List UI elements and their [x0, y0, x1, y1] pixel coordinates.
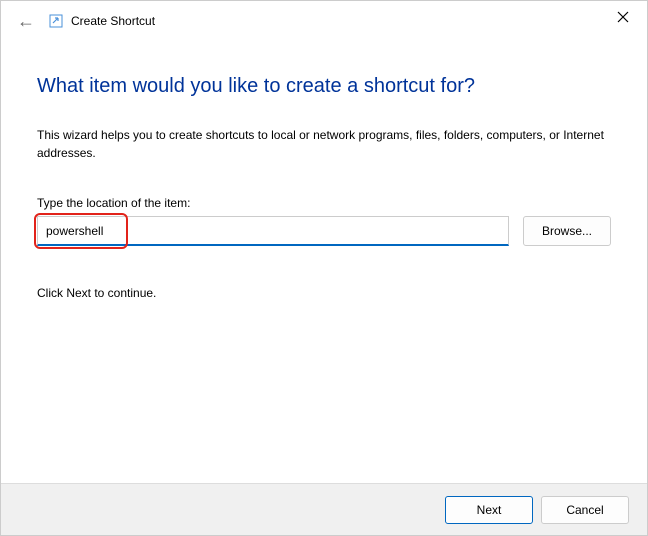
titlebar: ← Create Shortcut — [1, 1, 647, 41]
close-icon — [617, 11, 629, 23]
continue-instruction: Click Next to continue. — [37, 286, 611, 300]
next-button[interactable]: Next — [445, 496, 533, 524]
wizard-content: What item would you like to create a sho… — [1, 41, 647, 300]
cancel-button[interactable]: Cancel — [541, 496, 629, 524]
location-input-label: Type the location of the item: — [37, 196, 611, 210]
wizard-description: This wizard helps you to create shortcut… — [37, 126, 611, 162]
wizard-footer: Next Cancel — [1, 483, 647, 535]
location-input[interactable] — [37, 216, 509, 246]
shortcut-icon — [49, 14, 63, 28]
window-title: Create Shortcut — [71, 14, 155, 28]
close-button[interactable] — [617, 11, 629, 25]
wizard-heading: What item would you like to create a sho… — [37, 75, 611, 98]
back-arrow-icon[interactable]: ← — [17, 12, 35, 30]
browse-button[interactable]: Browse... — [523, 216, 611, 246]
location-input-row: Browse... — [37, 216, 611, 246]
